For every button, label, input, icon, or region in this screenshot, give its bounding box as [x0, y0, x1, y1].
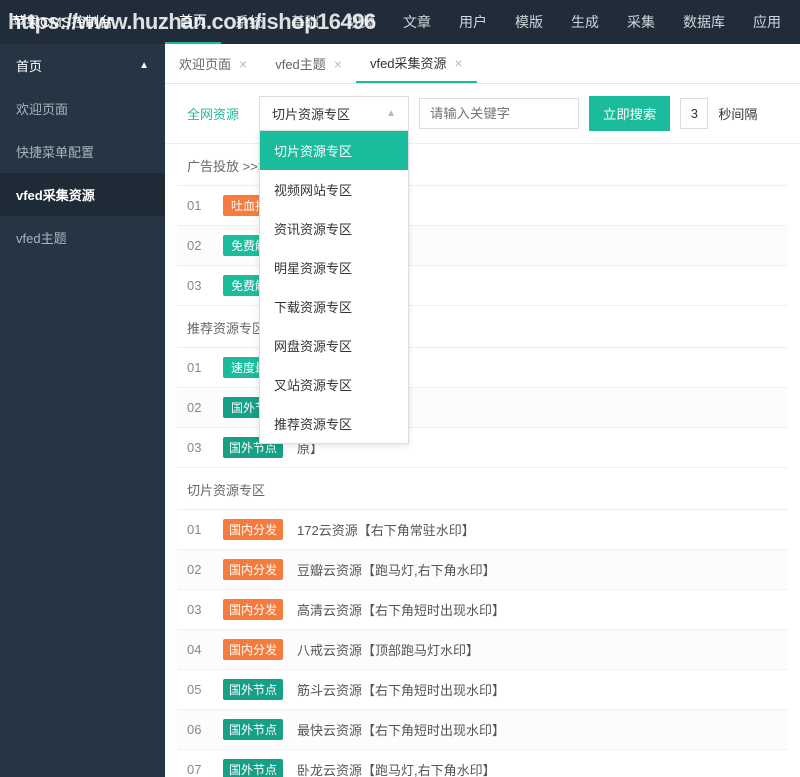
sidebar-header-label: 首页	[16, 56, 42, 75]
sidebar: 首页 ▲ 欢迎页面快捷菜单配置vfed采集资源vfed主题	[0, 44, 165, 777]
row-num: 01	[187, 522, 209, 537]
dropdown-option-5[interactable]: 网盘资源专区	[260, 326, 408, 365]
status-badge: 国外节点	[223, 719, 283, 740]
topnav-item-8[interactable]: 采集	[613, 0, 669, 44]
row-desc: 卧龙云资源【跑马灯,右下角水印】	[297, 760, 496, 777]
row-num: 03	[187, 602, 209, 617]
sidebar-item-1[interactable]: 快捷菜单配置	[0, 130, 165, 173]
topnav-item-10[interactable]: 应用	[739, 0, 795, 44]
close-icon[interactable]: ×	[239, 56, 247, 72]
topnav-item-4[interactable]: 文章	[389, 0, 445, 44]
row-num: 03	[187, 440, 209, 455]
row-num: 02	[187, 400, 209, 415]
status-badge: 国内分发	[223, 559, 283, 580]
dropdown-option-6[interactable]: 叉站资源专区	[260, 365, 408, 404]
interval-label: 秒间隔	[718, 104, 757, 123]
status-badge: 国内分发	[223, 639, 283, 660]
dropdown-option-4[interactable]: 下载资源专区	[260, 287, 408, 326]
search-input[interactable]	[419, 98, 579, 129]
interval-value[interactable]: 3	[680, 98, 708, 129]
dropdown-option-7[interactable]: 推荐资源专区	[260, 404, 408, 443]
tab-label: vfed采集资源	[370, 53, 447, 72]
row-desc: 筋斗云资源【右下角短时出现水印】	[297, 680, 505, 699]
table-row[interactable]: 06 国外节点最快云资源【右下角短时出现水印】	[177, 710, 788, 750]
tab-2[interactable]: vfed采集资源 ×	[356, 44, 477, 83]
dropdown-option-3[interactable]: 明星资源专区	[260, 248, 408, 287]
section-title-2: 切片资源专区	[177, 468, 788, 510]
resource-select[interactable]: 切片资源专区 ▲ 切片资源专区视频网站专区资讯资源专区明星资源专区下载资源专区网…	[259, 96, 409, 131]
row-desc: 八戒云资源【顶部跑马灯水印】	[297, 640, 479, 659]
row-num: 05	[187, 682, 209, 697]
sidebar-item-2[interactable]: vfed采集资源	[0, 173, 165, 216]
status-badge: 国外节点	[223, 679, 283, 700]
close-icon[interactable]: ×	[455, 55, 463, 71]
dropdown-option-0[interactable]: 切片资源专区	[260, 131, 408, 170]
tab-1[interactable]: vfed主题 ×	[261, 44, 356, 83]
tab-0[interactable]: 欢迎页面 ×	[165, 44, 261, 83]
status-badge: 国外节点	[223, 759, 283, 777]
close-icon[interactable]: ×	[334, 56, 342, 72]
table-row[interactable]: 04 国内分发八戒云资源【顶部跑马灯水印】	[177, 630, 788, 670]
row-num: 03	[187, 278, 209, 293]
row-num: 04	[187, 642, 209, 657]
table-row[interactable]: 02 国内分发豆瓣云资源【跑马灯,右下角水印】	[177, 550, 788, 590]
tab-label: 欢迎页面	[179, 54, 231, 73]
status-badge: 国内分发	[223, 599, 283, 620]
tab-label: vfed主题	[275, 54, 326, 73]
resource-dropdown: 切片资源专区视频网站专区资讯资源专区明星资源专区下载资源专区网盘资源专区叉站资源…	[259, 130, 409, 444]
row-num: 07	[187, 762, 209, 777]
topbar: https://www.huzhan.com/ishop16496 苹果CMS控…	[0, 0, 800, 44]
row-desc: 172云资源【右下角常驻水印】	[297, 520, 475, 539]
row-num: 02	[187, 238, 209, 253]
chevron-down-icon: ▲	[386, 108, 396, 119]
row-desc: 高清云资源【右下角短时出现水印】	[297, 600, 505, 619]
table-row[interactable]: 03 国内分发高清云资源【右下角短时出现水印】	[177, 590, 788, 630]
sidebar-header[interactable]: 首页 ▲	[0, 44, 165, 87]
row-num: 06	[187, 722, 209, 737]
row-num: 02	[187, 562, 209, 577]
status-badge: 国内分发	[223, 519, 283, 540]
search-button[interactable]: 立即搜索	[589, 96, 670, 131]
chevron-up-icon: ▲	[139, 60, 149, 71]
row-num: 01	[187, 198, 209, 213]
tab-bar: 欢迎页面 × vfed主题 × vfed采集资源 ×	[165, 44, 800, 84]
dropdown-option-2[interactable]: 资讯资源专区	[260, 209, 408, 248]
main-panel: 欢迎页面 × vfed主题 × vfed采集资源 × 全网资源 切片资源专区 ▲ 切片资源…	[165, 44, 800, 777]
row-num: 01	[187, 360, 209, 375]
select-value: 切片资源专区	[272, 104, 350, 123]
topnav-item-5[interactable]: 用户	[445, 0, 501, 44]
row-desc: 最快云资源【右下角短时出现水印】	[297, 720, 505, 739]
all-resources-link[interactable]: 全网资源	[177, 98, 249, 129]
sidebar-item-3[interactable]: vfed主题	[0, 216, 165, 259]
sidebar-item-0[interactable]: 欢迎页面	[0, 87, 165, 130]
table-row[interactable]: 07 国外节点卧龙云资源【跑马灯,右下角水印】	[177, 750, 788, 777]
filter-bar: 全网资源 切片资源专区 ▲ 切片资源专区视频网站专区资讯资源专区明星资源专区下载…	[165, 84, 800, 144]
dropdown-option-1[interactable]: 视频网站专区	[260, 170, 408, 209]
row-desc: 豆瓣云资源【跑马灯,右下角水印】	[297, 560, 496, 579]
table-row[interactable]: 01 国内分发 172云资源【右下角常驻水印】	[177, 510, 788, 550]
topnav-item-6[interactable]: 模版	[501, 0, 557, 44]
watermark-text: https://www.huzhan.com/ishop16496	[8, 9, 376, 35]
topnav-item-7[interactable]: 生成	[557, 0, 613, 44]
table-row[interactable]: 05 国外节点筋斗云资源【右下角短时出现水印】	[177, 670, 788, 710]
topnav-item-9[interactable]: 数据库	[669, 0, 739, 44]
